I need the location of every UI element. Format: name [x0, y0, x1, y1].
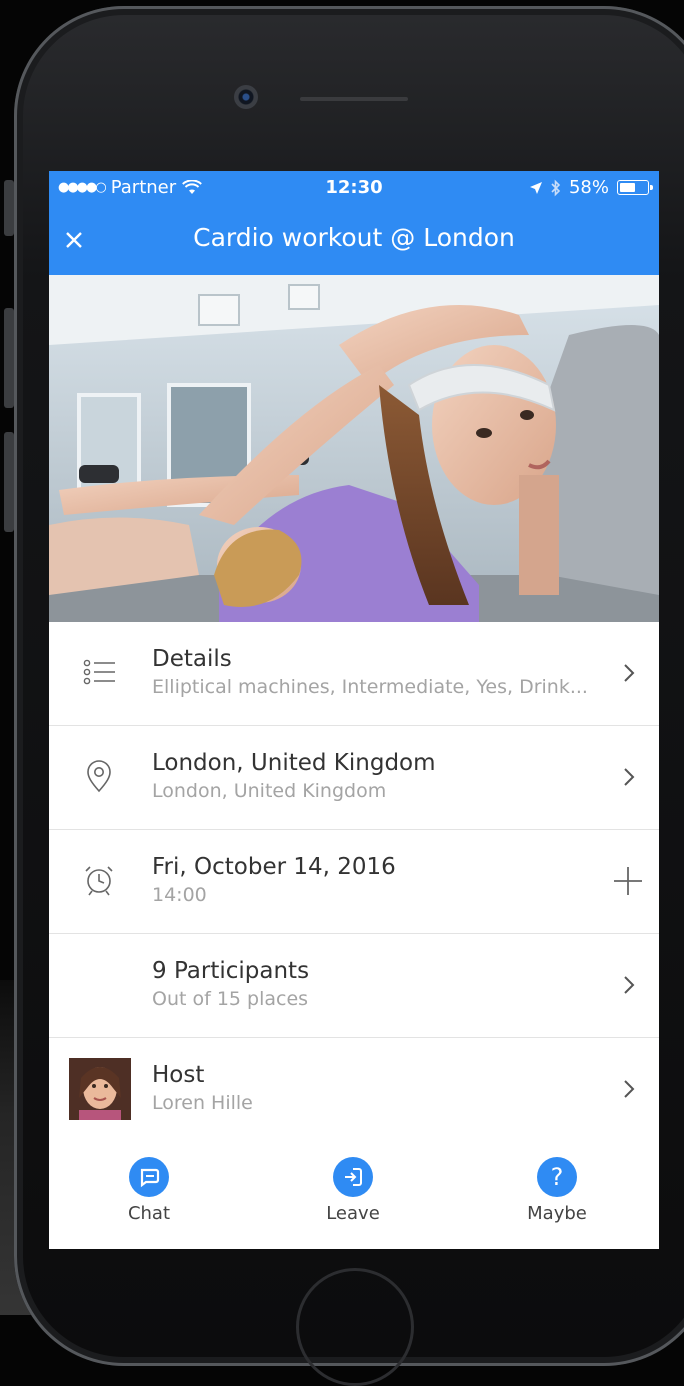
maybe-label: Maybe	[527, 1203, 587, 1224]
host-text: Host Loren Hille	[152, 1062, 599, 1114]
action-bar: Chat Leave ? Maybe	[49, 1137, 659, 1249]
details-subtitle: Elliptical machines, Intermediate, Yes, …	[152, 676, 588, 698]
app-screen: ●●●●○ Partner 12:30 58% Cardio workout @…	[49, 171, 659, 1249]
date-subtitle: 14:00	[152, 884, 207, 906]
list-icon	[83, 659, 115, 685]
status-right: 58%	[529, 177, 653, 198]
participants-title: 9 Participants	[152, 958, 310, 984]
participants-text: 9 Participants Out of 15 places	[152, 958, 599, 1010]
chat-icon	[129, 1157, 169, 1197]
alarm-clock-icon	[85, 866, 113, 896]
location-pin-icon	[87, 760, 111, 793]
front-camera	[234, 85, 258, 109]
event-details-list: Details Elliptical machines, Intermediat…	[49, 622, 659, 1142]
bluetooth-icon	[551, 179, 561, 196]
location-arrow-icon	[529, 181, 542, 194]
chevron-right-icon	[624, 768, 635, 786]
date-title: Fri, October 14, 2016	[152, 854, 396, 880]
host-subtitle: Loren Hille	[152, 1092, 253, 1114]
battery-percent: 58%	[568, 177, 609, 198]
leave-icon	[333, 1157, 373, 1197]
volume-up-button	[4, 308, 14, 408]
avatar	[69, 1058, 131, 1120]
leave-button[interactable]: Leave	[288, 1157, 418, 1224]
event-photo	[49, 275, 659, 622]
battery-icon	[617, 180, 653, 195]
volume-down-button	[4, 432, 14, 532]
location-subtitle: London, United Kingdom	[152, 780, 387, 802]
location-row[interactable]: London, United Kingdom London, United Ki…	[49, 726, 659, 830]
status-bar: ●●●●○ Partner 12:30 58%	[49, 171, 659, 205]
home-button[interactable]	[296, 1268, 414, 1386]
question-icon: ?	[537, 1157, 577, 1197]
plus-icon[interactable]	[611, 864, 645, 898]
host-row[interactable]: Host Loren Hille	[49, 1038, 659, 1142]
date-row[interactable]: Fri, October 14, 2016 14:00	[49, 830, 659, 934]
location-text: London, United Kingdom London, United Ki…	[152, 750, 599, 802]
page-title: Cardio workout @ London	[193, 223, 515, 252]
details-text: Details Elliptical machines, Intermediat…	[152, 646, 599, 698]
host-title: Host	[152, 1062, 205, 1088]
details-row[interactable]: Details Elliptical machines, Intermediat…	[49, 622, 659, 726]
location-title: London, United Kingdom	[152, 750, 436, 776]
chevron-right-icon	[624, 664, 635, 682]
chevron-right-icon	[624, 1080, 635, 1098]
chat-label: Chat	[127, 1203, 171, 1224]
earpiece-speaker	[300, 97, 408, 101]
date-text: Fri, October 14, 2016 14:00	[152, 854, 599, 906]
participants-subtitle: Out of 15 places	[152, 988, 309, 1010]
maybe-button[interactable]: ? Maybe	[492, 1157, 622, 1224]
leave-label: Leave	[326, 1203, 380, 1224]
participants-row[interactable]: 9 Participants Out of 15 places	[49, 934, 659, 1038]
chat-button[interactable]: Chat	[84, 1157, 214, 1224]
chevron-right-icon	[624, 976, 635, 994]
mute-switch	[4, 180, 14, 236]
navigation-bar: ●●●●○ Partner 12:30 58% Cardio workout @…	[49, 171, 659, 275]
details-title: Details	[152, 646, 232, 672]
